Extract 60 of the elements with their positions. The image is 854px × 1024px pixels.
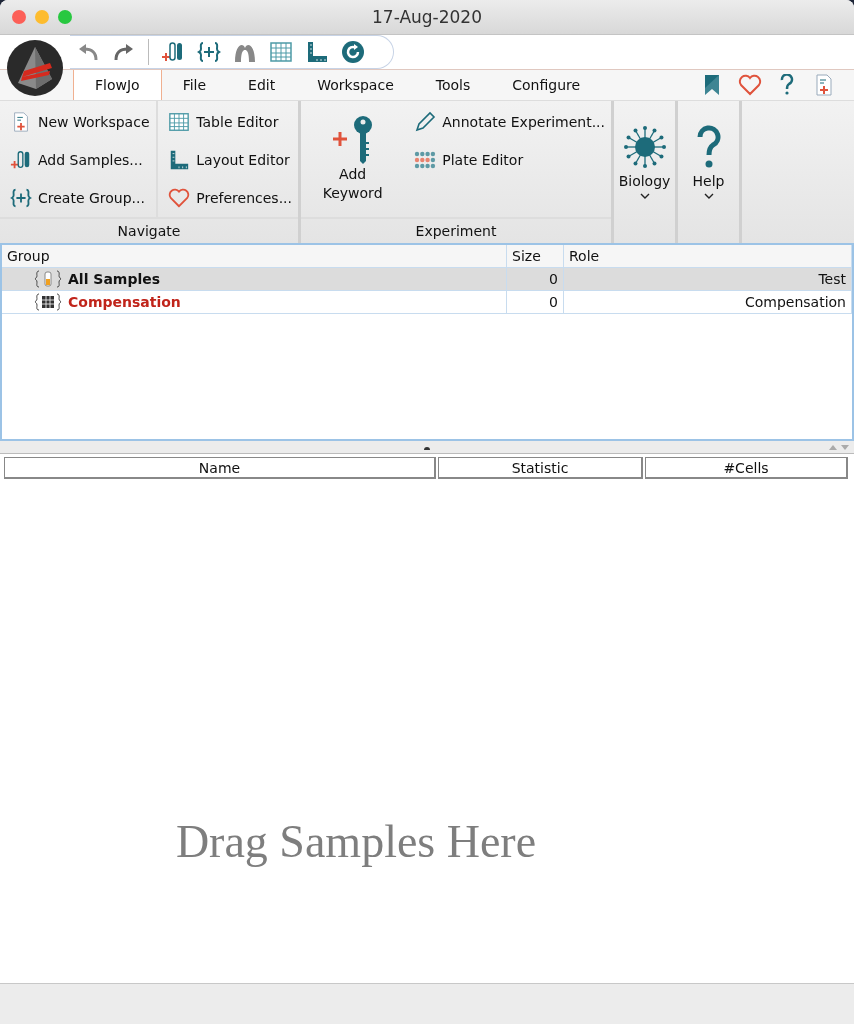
group-name: Compensation	[68, 294, 181, 310]
table-cell: 0	[507, 268, 564, 290]
refresh-icon[interactable]	[341, 40, 365, 64]
ruler-icon	[305, 40, 329, 64]
ribbon-button[interactable]: Preferences...	[158, 179, 298, 217]
table-icon	[269, 40, 293, 64]
ribbon-button[interactable]: Plate Editor	[404, 141, 611, 179]
column-header[interactable]: Group	[2, 245, 507, 267]
test-tubes-icon	[161, 40, 185, 64]
column-header[interactable]: #Cells	[645, 457, 848, 479]
help-icon[interactable]	[780, 74, 794, 96]
menu-tab[interactable]: Edit	[227, 70, 297, 100]
menu-tab[interactable]: Workspace	[296, 70, 415, 100]
close-button[interactable]	[12, 10, 26, 24]
table-cell: Test	[564, 268, 852, 290]
group-name: All Samples	[68, 271, 161, 287]
question-mark-icon	[695, 125, 722, 169]
drop-hint: Drag Samples Here	[175, 814, 537, 868]
group-label: Navigate	[0, 217, 298, 243]
table-cell: 0	[507, 291, 564, 313]
plate-icon	[414, 149, 437, 171]
menu-tab[interactable]: Configure	[491, 70, 602, 100]
menu-tab[interactable]: FlowJo	[73, 70, 162, 100]
heart-icon	[738, 73, 762, 97]
heart-icon	[168, 187, 191, 209]
ribbon-button[interactable]: Layout Editor	[158, 141, 298, 179]
table-icon	[168, 111, 191, 133]
ribbon-button[interactable]: Annotate Experiment...	[404, 103, 611, 141]
brace-plus-icon	[197, 40, 221, 64]
ribbon-button[interactable]: Table Editor	[158, 103, 298, 141]
dropdown-button[interactable]: Biology	[614, 101, 678, 243]
grip-icon[interactable]	[423, 444, 431, 450]
group-label: Experiment	[301, 217, 611, 243]
key-plus-icon	[330, 115, 375, 165]
test-tubes-icon	[10, 149, 32, 171]
column-header[interactable]: Name	[4, 457, 436, 479]
chevron-down-icon	[703, 193, 714, 199]
braced-grid-icon	[34, 293, 62, 311]
dropdown-button[interactable]: Help	[678, 101, 742, 243]
braced-tube-icon	[34, 270, 62, 288]
zoom-button[interactable]	[58, 10, 72, 24]
add-keyword-button[interactable]: Add Keyword	[301, 101, 405, 217]
group-row[interactable]: Compensation 0 Compensation	[2, 291, 852, 314]
ribbon-button[interactable]: New Workspace	[0, 103, 157, 141]
window-title: 17-Aug-2020	[371, 7, 483, 27]
ribbon-button[interactable]: Create Group...	[0, 179, 157, 217]
menu-tab[interactable]: Tools	[414, 70, 492, 100]
group-row[interactable]: All Samples 0 Test	[2, 268, 852, 291]
ribbon-button[interactable]: Add Samples...	[0, 141, 157, 179]
pencil-icon	[414, 111, 437, 133]
column-header[interactable]: Size	[507, 245, 564, 267]
column-header[interactable]: Statistic	[438, 457, 643, 479]
collapse-arrows-icon[interactable]	[828, 444, 850, 451]
ruler-icon	[168, 149, 191, 171]
table-cell: Compensation	[564, 291, 852, 313]
bookmark-icon[interactable]	[704, 74, 720, 96]
menu-tab[interactable]: File	[161, 70, 228, 100]
chevron-down-icon	[639, 193, 650, 199]
brace-plus-icon	[10, 187, 32, 209]
column-header[interactable]: Role	[564, 245, 852, 267]
